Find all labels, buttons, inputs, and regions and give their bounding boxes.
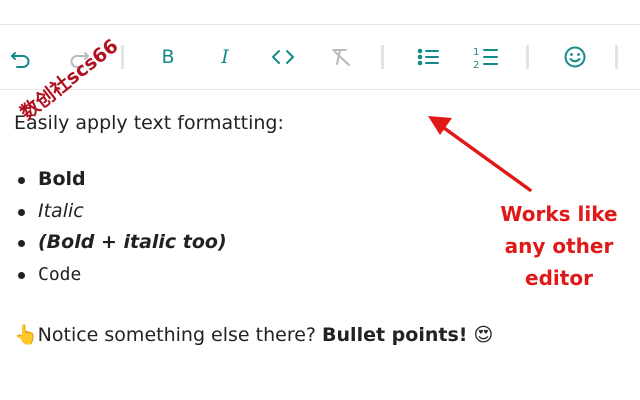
smiley-icon: [564, 46, 586, 68]
annotation-line: editor: [525, 266, 593, 290]
code-text: Code: [38, 263, 82, 285]
clear-format-icon: [332, 49, 350, 66]
annotation-line: any other: [504, 234, 614, 258]
bold-text: Bold: [38, 168, 86, 190]
bold-label: B: [161, 45, 175, 68]
svg-text:1: 1: [473, 47, 479, 58]
bullet-list-button[interactable]: [413, 41, 443, 73]
svg-text:2: 2: [473, 60, 479, 70]
undo-button[interactable]: [6, 41, 36, 73]
intro-text: Easily apply text formatting:: [14, 112, 284, 134]
annotation-line: Works like: [500, 202, 618, 226]
toolbar-separator: [121, 45, 124, 69]
italic-text: Italic: [38, 199, 84, 222]
notice-line: 👆 Notice something else there? Bullet po…: [14, 320, 614, 350]
list-item: Bold: [18, 164, 614, 196]
annotation-callout: Works like any other editor: [484, 198, 634, 294]
clear-format-button[interactable]: [326, 41, 356, 73]
numbered-list-button[interactable]: 1 2: [471, 41, 501, 73]
italic-button[interactable]: I: [210, 41, 240, 73]
toolbar-separator: [526, 45, 529, 69]
pointing-up-emoji: 👆: [14, 324, 38, 346]
toolbar-separator: [381, 45, 384, 69]
bold-button[interactable]: B: [153, 41, 183, 73]
notice-text: Notice something else there?: [37, 324, 323, 346]
code-icon: [272, 50, 294, 64]
toolbar-separator: [615, 45, 618, 69]
code-button[interactable]: [268, 41, 298, 73]
undo-icon: [11, 52, 30, 68]
emoji-button[interactable]: [560, 41, 590, 73]
heart-eyes-emoji: 😍: [473, 324, 494, 346]
editor-screenshot: B I 1 2 Easily apply text formatting: Bo…: [0, 0, 640, 400]
bullet-list-icon: [417, 48, 439, 66]
notice-bold-text: Bullet points!: [322, 324, 468, 346]
bold-italic-text: (Bold + italic too): [38, 231, 227, 253]
italic-label: I: [221, 45, 229, 68]
numbered-list-icon: 1 2: [473, 47, 498, 70]
